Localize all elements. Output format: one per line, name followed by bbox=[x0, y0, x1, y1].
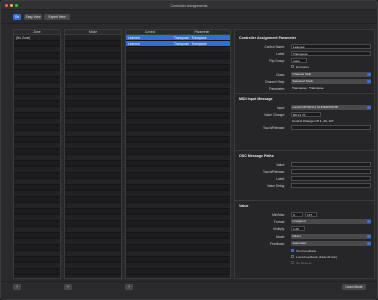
osc-touch-release-label: Touch/Release: bbox=[263, 170, 285, 174]
inspector-panel: Controller Assignment Parameter Control … bbox=[234, 29, 375, 279]
assignment-list: Control Parameter Learned Transpose : Tran… bbox=[125, 29, 231, 279]
osc-label-label: Label: bbox=[276, 177, 285, 181]
text-feedback-label: Text Feedback bbox=[296, 249, 317, 253]
channel-strip-label: Channel Strip: bbox=[264, 80, 285, 84]
row-parameter: Transpose : Transpose bbox=[174, 42, 207, 46]
osc-label-field[interactable] bbox=[291, 176, 371, 181]
window-title: Controller Assignments bbox=[170, 3, 208, 8]
zone-list: Zone (No Zone) bbox=[13, 29, 61, 279]
input-popup[interactable]: nanoKONTROL2 SLIDER/KNOB bbox=[291, 105, 371, 110]
row-control: Learned bbox=[128, 42, 140, 46]
value-change-label: Value Change: bbox=[264, 113, 285, 117]
parameter-value: Transpose : Transpose bbox=[292, 86, 324, 91]
expert-view-button[interactable]: Expert View bbox=[44, 14, 70, 20]
controller-section-title: Controller Assignment Parameter bbox=[239, 36, 297, 40]
mode-rows bbox=[65, 35, 121, 278]
chevron-down-icon bbox=[367, 105, 371, 110]
midi-section-title: MIDI Input Message bbox=[239, 97, 273, 101]
osc-section-title: OSC Message Paths bbox=[239, 154, 274, 158]
value-section-title: Value bbox=[239, 204, 249, 208]
osc-touch-release-field[interactable] bbox=[291, 169, 371, 174]
touch-release-field[interactable] bbox=[291, 125, 371, 130]
chevron-down-icon bbox=[367, 79, 371, 84]
list-item bbox=[65, 269, 121, 275]
flip-group-field[interactable]: none bbox=[291, 58, 307, 63]
list-item bbox=[14, 269, 60, 275]
mode-popup[interactable]: Direct bbox=[291, 234, 371, 239]
mode-value: Direct bbox=[292, 234, 301, 239]
no-restore-checkbox[interactable] bbox=[291, 261, 295, 265]
format-label: Format: bbox=[274, 220, 285, 224]
class-value: Channel Strip bbox=[292, 72, 312, 77]
list-item bbox=[126, 269, 230, 275]
minmax-label: Min/Max: bbox=[272, 213, 285, 217]
channel-strip-value: Selected Track bbox=[292, 79, 313, 84]
local-feedback-checkbox[interactable] bbox=[291, 255, 295, 259]
assignment-rows: Learned Transpose : Transpose Learned Tran… bbox=[126, 35, 230, 278]
value-change-description: Control Change CH 1, 33, 127 bbox=[292, 119, 334, 124]
mode-list: Mode bbox=[64, 29, 122, 279]
format-value: Unsigned bbox=[292, 219, 306, 224]
divider bbox=[235, 200, 374, 201]
title-bar: Controller Assignments bbox=[1, 1, 377, 10]
chevron-down-icon bbox=[367, 219, 371, 224]
mode-label: Mode: bbox=[276, 235, 285, 239]
controller-assignments-window: Controller Assignments On Easy View Expe… bbox=[0, 0, 378, 300]
divider bbox=[235, 93, 374, 94]
add-mode-button[interactable]: + bbox=[64, 284, 72, 290]
control-name-label: Control Name: bbox=[264, 45, 285, 49]
osc-value-string-label: Value String: bbox=[266, 184, 285, 188]
label-field[interactable]: Transpose bbox=[291, 51, 371, 56]
chevron-down-icon bbox=[367, 72, 371, 77]
channel-strip-popup[interactable]: Selected Track bbox=[291, 79, 371, 84]
osc-value-field[interactable] bbox=[291, 162, 371, 167]
exclusive-label: Exclusive bbox=[296, 65, 310, 69]
chevron-down-icon bbox=[367, 234, 371, 239]
zone-rows: (No Zone) bbox=[14, 35, 60, 278]
input-label: Input: bbox=[277, 106, 285, 110]
format-popup[interactable]: Unsigned bbox=[291, 219, 371, 224]
touch-release-label: Touch/Release: bbox=[263, 126, 285, 130]
local-feedback-label: Local Feedback (Fader/Knob) bbox=[296, 255, 337, 259]
toolbar: On Easy View Expert View bbox=[1, 10, 377, 24]
multiply-field[interactable]: 1.00 bbox=[291, 226, 305, 231]
value-change-field[interactable]: B0 21 7F bbox=[291, 112, 321, 117]
feedback-label: Feedback: bbox=[270, 242, 285, 246]
feedback-value: Automatic bbox=[292, 241, 307, 246]
bottom-bar: + + + Learn Mode bbox=[1, 281, 377, 299]
divider bbox=[235, 150, 374, 151]
add-assignment-button[interactable]: + bbox=[125, 284, 133, 290]
text-feedback-checkbox[interactable] bbox=[291, 249, 295, 253]
view-toggle-button[interactable]: On bbox=[13, 14, 21, 20]
label-label: Label: bbox=[276, 52, 285, 56]
learn-mode-button[interactable]: Learn Mode bbox=[342, 284, 366, 290]
input-value: nanoKONTROL2 SLIDER/KNOB bbox=[292, 105, 338, 110]
feedback-popup[interactable]: Automatic bbox=[291, 241, 371, 246]
multiply-label: Multiply: bbox=[273, 227, 285, 231]
parameter-label: Parameter: bbox=[269, 87, 285, 91]
control-name-field[interactable]: Learned bbox=[291, 44, 371, 49]
chevron-down-icon bbox=[367, 241, 371, 246]
osc-value-string-field[interactable] bbox=[291, 183, 371, 188]
min-field[interactable]: 0 bbox=[291, 212, 303, 217]
max-field[interactable]: 127 bbox=[305, 212, 317, 217]
easy-view-button[interactable]: Easy View bbox=[24, 14, 42, 20]
class-label: Class: bbox=[276, 73, 285, 77]
add-zone-button[interactable]: + bbox=[13, 284, 21, 290]
osc-value-label: Value: bbox=[276, 163, 285, 167]
exclusive-checkbox[interactable] bbox=[291, 65, 295, 69]
row-parameter: Transpose : Transpose bbox=[174, 36, 207, 40]
no-restore-label: No Restore bbox=[296, 261, 312, 265]
flip-group-label: Flip Group: bbox=[269, 59, 285, 63]
class-popup[interactable]: Channel Strip bbox=[291, 72, 371, 77]
